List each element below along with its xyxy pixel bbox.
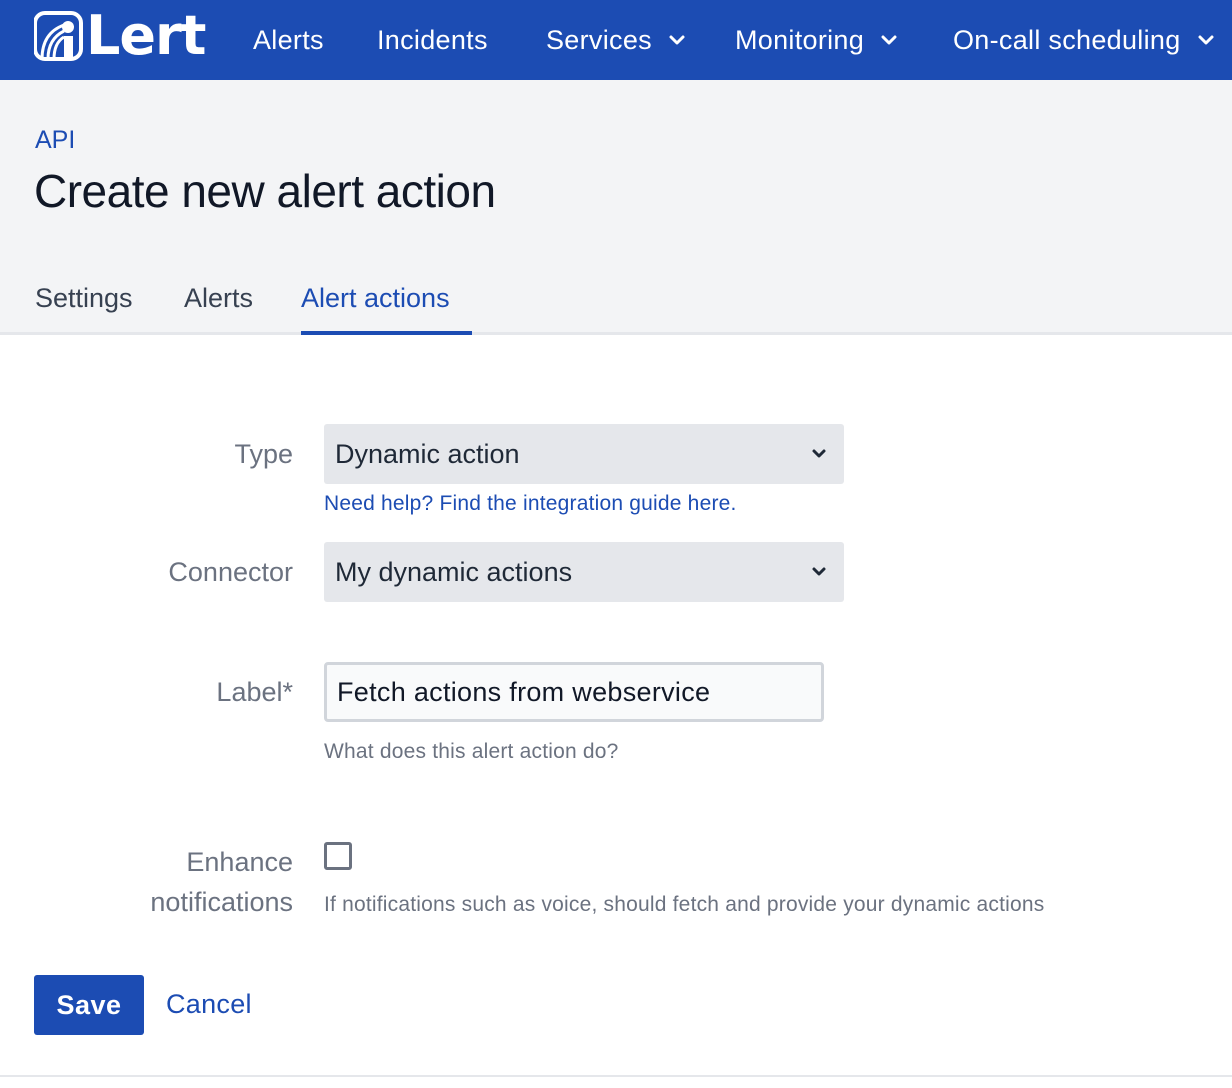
nav-monitoring-label: Monitoring [735,24,865,55]
tab-alerts[interactable]: Alerts [184,283,253,314]
nav-alerts[interactable]: Alerts [253,0,324,80]
save-button[interactable]: Save [34,975,144,1035]
enhance-hint: If notifications such as voice, should f… [324,893,1045,916]
connector-label: Connector [168,557,293,587]
enhance-notifications-checkbox[interactable] [324,842,352,870]
tabs-divider [0,332,1232,335]
tab-settings[interactable]: Settings [35,283,133,314]
nav-oncall-label: On-call scheduling [953,24,1181,55]
connector-select-value: My dynamic actions [335,556,573,587]
nav-services-label: Services [546,24,652,55]
nav-alerts-label: Alerts [253,24,324,55]
logo-text: Lert [86,4,206,67]
label-hint: What does this alert action do? [324,740,619,763]
chevron-down-icon [881,35,897,45]
chevron-down-icon [1198,35,1214,45]
type-select-value: Dynamic action [335,438,520,469]
chevron-down-icon [669,35,685,45]
chevron-down-icon [812,567,826,576]
top-navigation: Lert Alerts Incidents Services Monitorin… [0,0,1232,80]
label-input[interactable] [324,662,824,722]
type-select[interactable]: Dynamic action [324,424,844,484]
cancel-button[interactable]: Cancel [166,989,252,1020]
enhance-label-line1: Enhance [186,847,293,877]
connector-select[interactable]: My dynamic actions [324,542,844,602]
page-title: Create new alert action [34,165,496,217]
active-tab-indicator [301,331,472,335]
ilert-logo[interactable]: Lert [34,4,206,67]
enhance-label-line2: notifications [150,887,293,917]
nav-incidents[interactable]: Incidents [377,0,488,80]
type-label: Type [234,439,293,469]
nav-monitoring-dropdown[interactable]: Monitoring [735,0,898,80]
nav-incidents-label: Incidents [377,24,488,55]
integration-guide-link[interactable]: Need help? Find the integration guide he… [324,492,737,516]
tab-alert-actions[interactable]: Alert actions [301,283,450,314]
ilert-logo-icon [34,11,83,61]
footer-divider [0,1075,1232,1077]
label-field-label: Label* [216,677,293,707]
chevron-down-icon [812,449,826,458]
nav-oncall-dropdown[interactable]: On-call scheduling [953,0,1215,80]
nav-services-dropdown[interactable]: Services [546,0,686,80]
breadcrumb-api[interactable]: API [35,126,75,155]
